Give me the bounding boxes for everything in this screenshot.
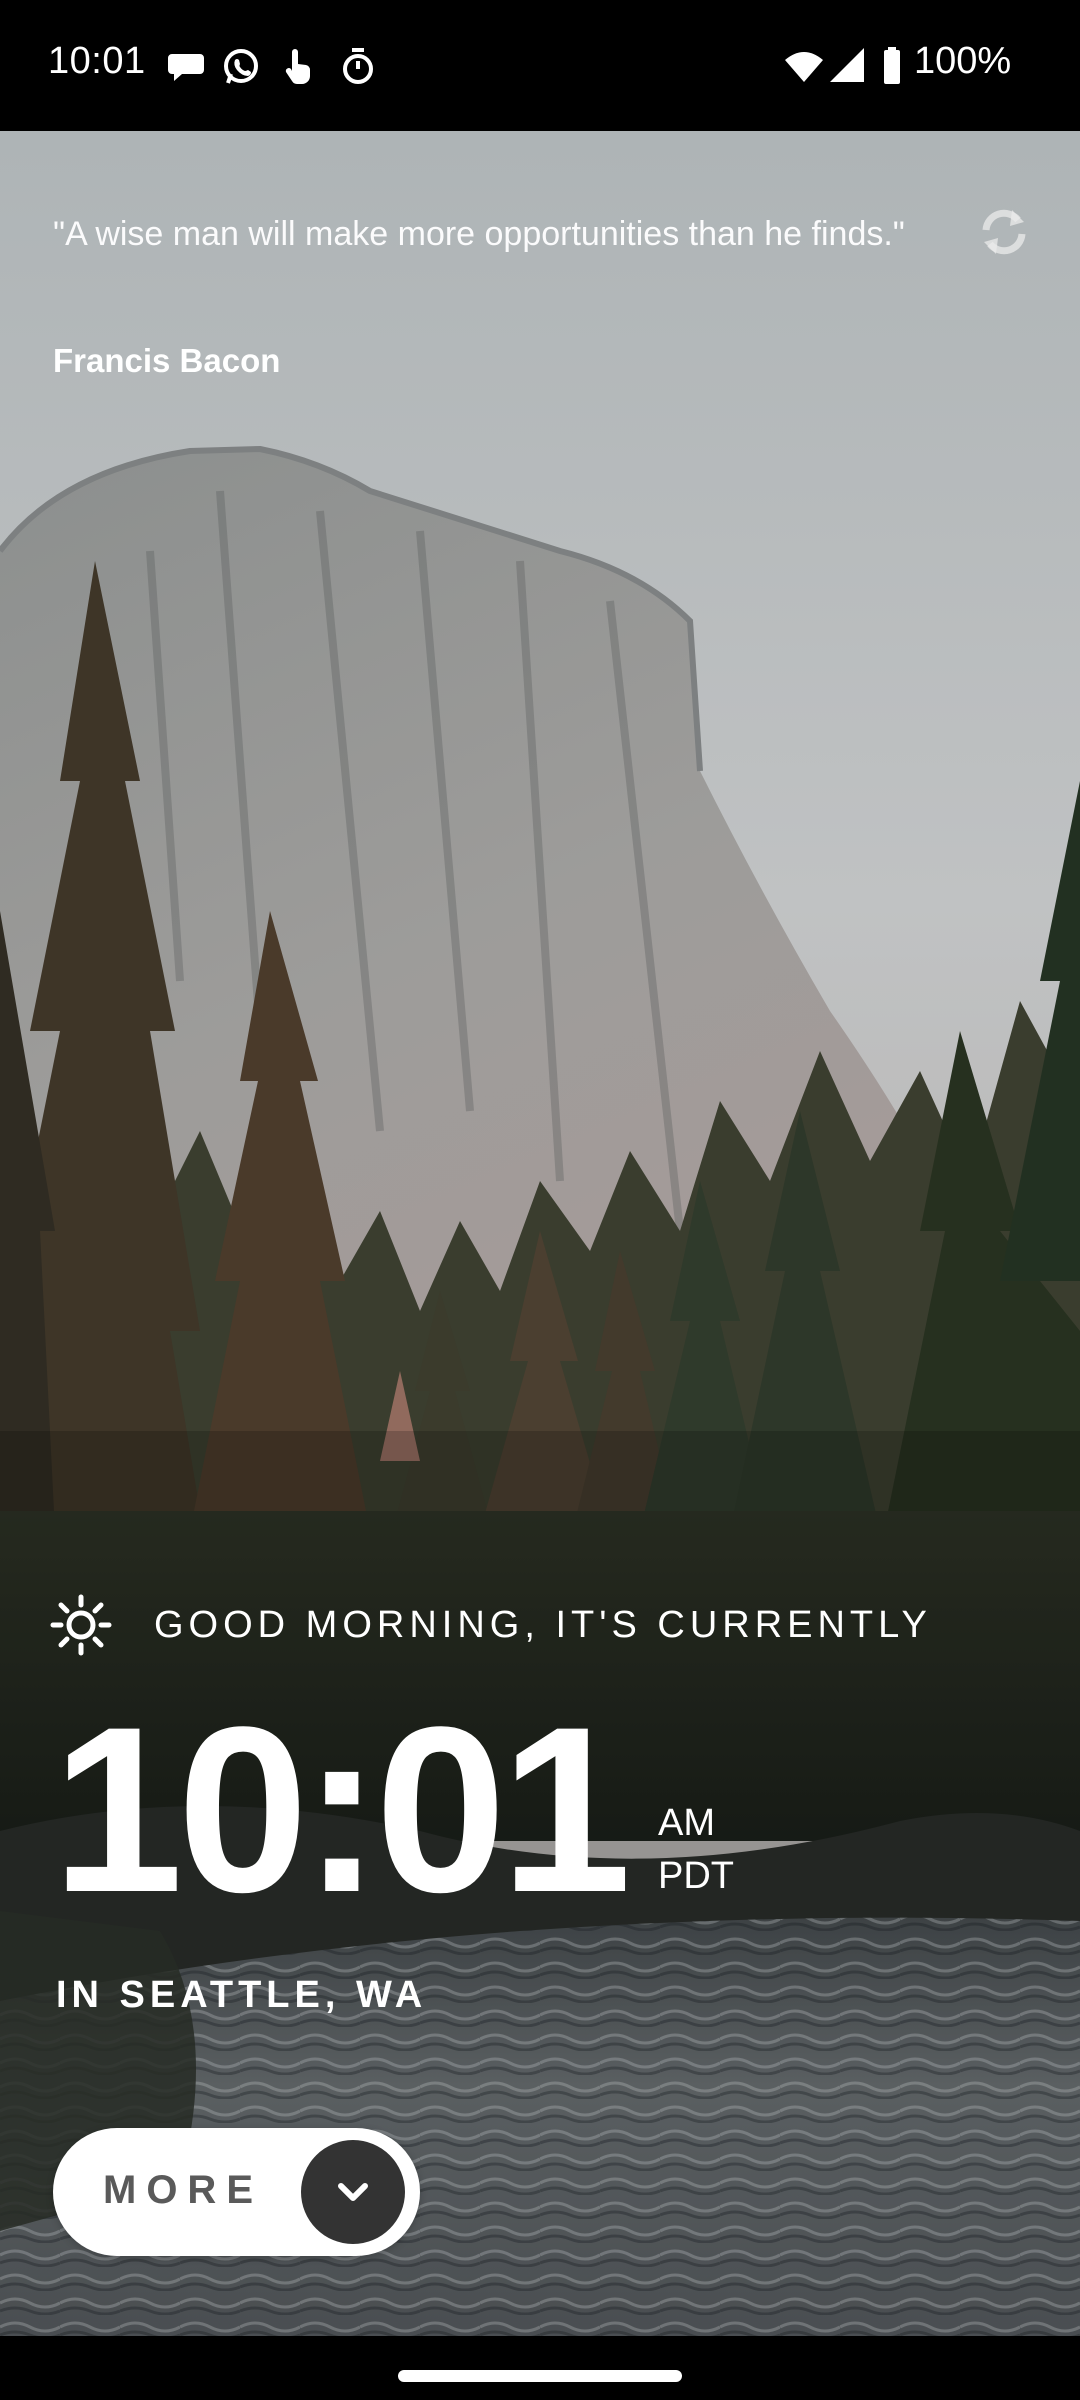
clock-ampm: AM <box>658 1802 715 1844</box>
cellular-signal-icon <box>828 46 868 86</box>
more-button[interactable]: MORE <box>53 2128 420 2256</box>
greeting-text: GOOD MORNING, IT'S CURRENTLY <box>154 1603 932 1646</box>
touch-hand-icon <box>278 46 318 86</box>
status-bar: 10:01 100% <box>0 0 1080 131</box>
whatsapp-icon <box>221 46 261 86</box>
refresh-quote-button[interactable] <box>972 200 1036 264</box>
screen: 10:01 100% "A wise man will make more op… <box>0 0 1080 2400</box>
clock-timezone: PDT <box>658 1855 734 1897</box>
navigation-bar <box>0 2336 1080 2400</box>
refresh-icon <box>982 209 1026 255</box>
greeting-row: GOOD MORNING, IT'S CURRENTLY <box>50 1590 932 1660</box>
location-text: IN SEATTLE, WA <box>56 1974 428 2016</box>
home-indicator[interactable] <box>398 2370 682 2382</box>
battery-percentage: 100% <box>914 40 1012 82</box>
status-time: 10:01 <box>48 40 146 82</box>
chevron-down-circle <box>301 2140 405 2244</box>
stopwatch-icon <box>338 46 378 86</box>
more-button-label: MORE <box>103 2168 263 2212</box>
chat-bubble-icon <box>166 46 206 86</box>
quote-author: Francis Bacon <box>53 342 281 379</box>
battery-icon <box>874 46 914 86</box>
wifi-icon <box>784 46 824 86</box>
clock-time: 10:01 <box>52 1678 632 1942</box>
sun-icon <box>50 1594 112 1656</box>
quote-text: "A wise man will make more opportunities… <box>53 215 905 253</box>
chevron-down-icon <box>338 2183 368 2201</box>
